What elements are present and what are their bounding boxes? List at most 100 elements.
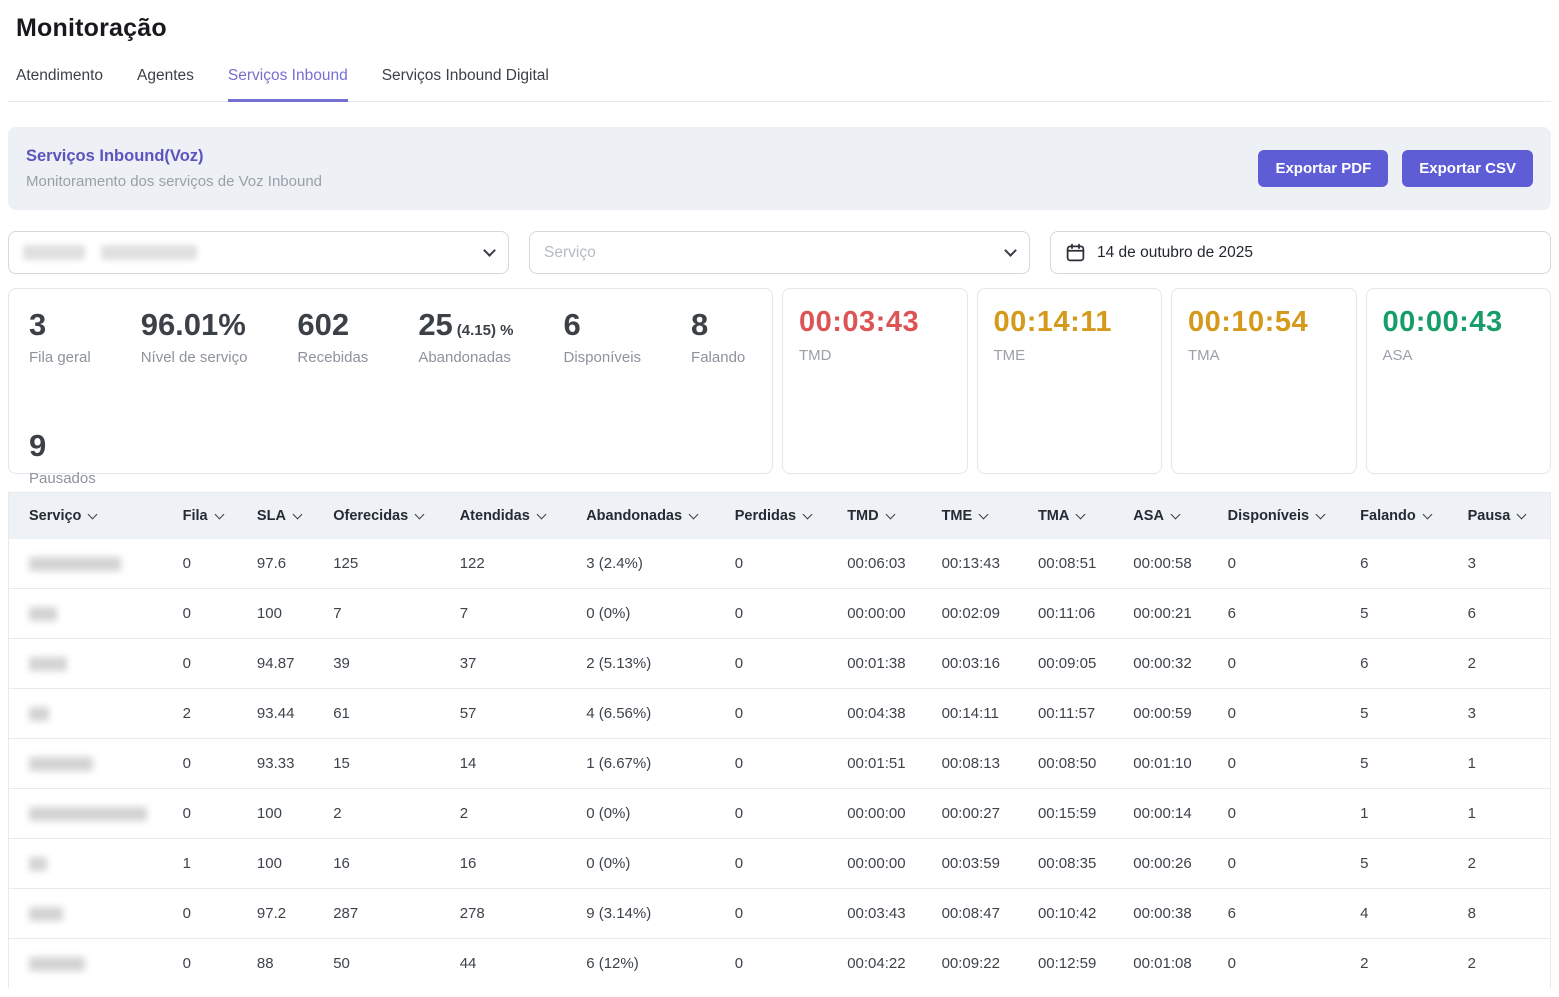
cell-sla: 93.33 bbox=[249, 739, 325, 789]
column-header-oferecidas[interactable]: Oferecidas bbox=[325, 493, 451, 539]
column-header-perdidas[interactable]: Perdidas bbox=[727, 493, 839, 539]
cell-dispon-veis: 0 bbox=[1220, 939, 1353, 989]
cell-atendidas: 57 bbox=[452, 689, 578, 739]
summary-stats-card: 3Fila geral96.01%Nível de serviço602Rece… bbox=[8, 288, 773, 474]
tab-servi-os-inbound-digital[interactable]: Serviços Inbound Digital bbox=[382, 67, 549, 102]
export-csv-button[interactable]: Exportar CSV bbox=[1402, 150, 1533, 187]
cell-fila: 0 bbox=[175, 939, 249, 989]
cell-atendidas: 44 bbox=[452, 939, 578, 989]
sort-chevron-down-icon bbox=[1422, 510, 1432, 520]
cell-tme: 00:14:11 bbox=[934, 689, 1030, 739]
chevron-down-icon bbox=[1004, 244, 1017, 257]
cell-tmd: 00:01:51 bbox=[839, 739, 933, 789]
column-header-atendidas[interactable]: Atendidas bbox=[452, 493, 578, 539]
service-name-cell bbox=[9, 739, 175, 789]
cell-falando: 2 bbox=[1352, 939, 1459, 989]
cell-dispon-veis: 0 bbox=[1220, 639, 1353, 689]
tab-atendimento[interactable]: Atendimento bbox=[16, 67, 103, 102]
cell-abandonadas: 0 (0%) bbox=[578, 789, 727, 839]
cell-oferecidas: 2 bbox=[325, 789, 451, 839]
cell-tme: 00:13:43 bbox=[934, 539, 1030, 589]
cell-perdidas: 0 bbox=[727, 739, 839, 789]
cell-tma: 00:15:59 bbox=[1030, 789, 1125, 839]
column-header-label: TMA bbox=[1038, 508, 1069, 524]
cell-tme: 00:03:59 bbox=[934, 839, 1030, 889]
redacted-service-name bbox=[29, 857, 47, 871]
cell-abandonadas: 0 (0%) bbox=[578, 589, 727, 639]
cell-dispon-veis: 0 bbox=[1220, 789, 1353, 839]
table-row: 293.4461574 (6.56%)000:04:3800:14:1100:1… bbox=[9, 689, 1550, 739]
cell-perdidas: 0 bbox=[727, 689, 839, 739]
cell-tma: 00:12:59 bbox=[1030, 939, 1125, 989]
chevron-down-icon bbox=[483, 244, 496, 257]
cell-perdidas: 0 bbox=[727, 639, 839, 689]
cell-pausa: 1 bbox=[1460, 739, 1550, 789]
cell-oferecidas: 7 bbox=[325, 589, 451, 639]
cell-pausa: 6 bbox=[1460, 589, 1550, 639]
service-select[interactable]: Serviço bbox=[529, 231, 1030, 274]
cell-dispon-veis: 6 bbox=[1220, 589, 1353, 639]
column-header-tme[interactable]: TME bbox=[934, 493, 1030, 539]
cell-tmd: 00:04:38 bbox=[839, 689, 933, 739]
cell-asa: 00:00:59 bbox=[1125, 689, 1219, 739]
column-header-tma[interactable]: TMA bbox=[1030, 493, 1125, 539]
cell-falando: 6 bbox=[1352, 639, 1459, 689]
cell-asa: 00:00:32 bbox=[1125, 639, 1219, 689]
tab-agentes[interactable]: Agentes bbox=[137, 67, 194, 102]
cell-falando: 6 bbox=[1352, 539, 1459, 589]
table-row: 110016160 (0%)000:00:0000:03:5900:08:350… bbox=[9, 839, 1550, 889]
column-header-abandonadas[interactable]: Abandonadas bbox=[578, 493, 727, 539]
cell-tma: 00:08:51 bbox=[1030, 539, 1125, 589]
stat-value: 25(4.15) % bbox=[418, 309, 513, 340]
cell-asa: 00:01:10 bbox=[1125, 739, 1219, 789]
column-header-label: SLA bbox=[257, 508, 286, 524]
cell-pausa: 3 bbox=[1460, 539, 1550, 589]
date-picker-value: 14 de outubro de 2025 bbox=[1097, 244, 1253, 262]
stat-label: Pausados bbox=[29, 470, 96, 487]
service-name-cell bbox=[9, 689, 175, 739]
column-header-falando[interactable]: Falando bbox=[1352, 493, 1459, 539]
table-row: 097.22872789 (3.14%)000:03:4300:08:4700:… bbox=[9, 889, 1550, 939]
service-name-cell bbox=[9, 939, 175, 989]
stat-label: Disponíveis bbox=[564, 349, 642, 366]
stat-label: Falando bbox=[691, 349, 745, 366]
column-header-servi-o[interactable]: Serviço bbox=[9, 493, 175, 539]
redacted-service-name bbox=[29, 607, 57, 621]
table-row: 093.3315141 (6.67%)000:01:5100:08:1300:0… bbox=[9, 739, 1550, 789]
cell-tme: 00:08:13 bbox=[934, 739, 1030, 789]
redacted-queue-text bbox=[101, 245, 197, 260]
cell-asa: 00:01:08 bbox=[1125, 939, 1219, 989]
cell-tma: 00:09:05 bbox=[1030, 639, 1125, 689]
column-header-fila[interactable]: Fila bbox=[175, 493, 249, 539]
redacted-service-name bbox=[29, 707, 49, 721]
sort-chevron-down-icon bbox=[415, 510, 425, 520]
column-header-sla[interactable]: SLA bbox=[249, 493, 325, 539]
stat-fila-geral: 3Fila geral bbox=[29, 309, 91, 366]
cell-atendidas: 278 bbox=[452, 889, 578, 939]
queue-select[interactable] bbox=[8, 231, 509, 274]
services-table: ServiçoFila SLA Oferecidas Atendidas Abandon… bbox=[9, 493, 1550, 988]
column-header-tmd[interactable]: TMD bbox=[839, 493, 933, 539]
table-row: 0100220 (0%)000:00:0000:00:2700:15:5900:… bbox=[9, 789, 1550, 839]
service-name-cell bbox=[9, 639, 175, 689]
date-picker[interactable]: 14 de outubro de 2025 bbox=[1050, 231, 1551, 274]
page-title: Monitoração bbox=[8, 0, 1551, 43]
export-pdf-button[interactable]: Exportar PDF bbox=[1258, 150, 1388, 187]
tab-servi-os-inbound[interactable]: Serviços Inbound bbox=[228, 67, 348, 102]
column-header-asa[interactable]: ASA bbox=[1125, 493, 1219, 539]
filter-row: Serviço 14 de outubro de 2025 bbox=[8, 231, 1551, 274]
column-header-label: ASA bbox=[1133, 508, 1164, 524]
cell-tma: 00:08:50 bbox=[1030, 739, 1125, 789]
stat-value-suffix: (4.15) % bbox=[457, 322, 514, 339]
cell-fila: 0 bbox=[175, 789, 249, 839]
stat-abandonadas: 25(4.15) %Abandonadas bbox=[418, 309, 513, 366]
sort-chevron-down-icon bbox=[885, 510, 895, 520]
cell-sla: 97.6 bbox=[249, 539, 325, 589]
cell-atendidas: 2 bbox=[452, 789, 578, 839]
cell-perdidas: 0 bbox=[727, 839, 839, 889]
column-header-pausa[interactable]: Pausa bbox=[1460, 493, 1550, 539]
column-header-dispon-veis[interactable]: Disponíveis bbox=[1220, 493, 1353, 539]
column-header-label: Atendidas bbox=[460, 508, 530, 524]
sort-chevron-down-icon bbox=[1517, 510, 1527, 520]
cell-abandonadas: 2 (5.13%) bbox=[578, 639, 727, 689]
